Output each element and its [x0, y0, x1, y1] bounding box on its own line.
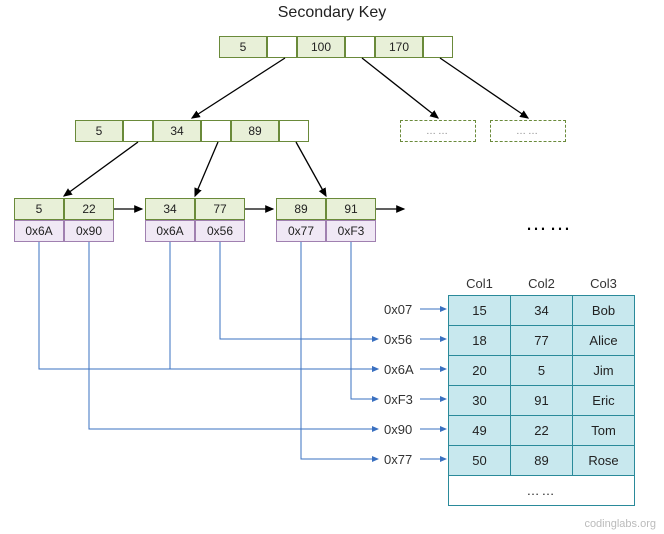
table-cell: 34: [511, 296, 573, 326]
internal-gap: [279, 120, 309, 142]
leaf-ptr: 0x6A: [145, 220, 195, 242]
page-title: Secondary Key: [278, 4, 387, 22]
table-row: 15 34 Bob: [449, 296, 635, 326]
root-gap: [267, 36, 297, 58]
address-label: 0x77: [384, 452, 412, 467]
root-gap: [423, 36, 453, 58]
table-header: Col2: [511, 272, 573, 296]
btree-leaf: 34 77 0x6A 0x56: [145, 198, 245, 242]
table-row: 20 5 Jim: [449, 356, 635, 386]
internal-gap: [201, 120, 231, 142]
table-cell: 89: [511, 446, 573, 476]
table-cell: 22: [511, 416, 573, 446]
placeholder-box: ……: [400, 120, 476, 142]
table-cell: 77: [511, 326, 573, 356]
leaf-ptr: 0x77: [276, 220, 326, 242]
root-key: 5: [219, 36, 267, 58]
table-cell: 50: [449, 446, 511, 476]
root-key: 100: [297, 36, 345, 58]
watermark: codinglabs.org: [584, 518, 656, 530]
leaf-ptr: 0xF3: [326, 220, 376, 242]
leaf-key: 34: [145, 198, 195, 220]
btree-placeholder: ……: [490, 120, 566, 142]
leaf-key: 91: [326, 198, 376, 220]
root-gap: [345, 36, 375, 58]
placeholder-box: ……: [490, 120, 566, 142]
btree-root: 5 100 170: [219, 36, 453, 58]
address-label: 0x6A: [384, 362, 414, 377]
table-cell: Tom: [573, 416, 635, 446]
leaf-ptr: 0x56: [195, 220, 245, 242]
address-label: 0x90: [384, 422, 412, 437]
table-cell: Eric: [573, 386, 635, 416]
btree-leaf: 5 22 0x6A 0x90: [14, 198, 114, 242]
table-cell: 18: [449, 326, 511, 356]
internal-key: 5: [75, 120, 123, 142]
table-row: 49 22 Tom: [449, 416, 635, 446]
table-cell: 49: [449, 416, 511, 446]
address-label: 0xF3: [384, 392, 413, 407]
address-label: 0x56: [384, 332, 412, 347]
internal-key: 89: [231, 120, 279, 142]
table-cell: Jim: [573, 356, 635, 386]
leaf-key: 89: [276, 198, 326, 220]
address-label: 0x07: [384, 302, 412, 317]
data-table: Col1 Col2 Col3 15 34 Bob 18 77 Alice 20 …: [448, 272, 635, 506]
table-cell: Alice: [573, 326, 635, 356]
table-row: 30 91 Eric: [449, 386, 635, 416]
internal-gap: [123, 120, 153, 142]
more-leaves-dots: ……: [525, 210, 573, 236]
btree-leaf: 89 91 0x77 0xF3: [276, 198, 376, 242]
table-header: Col3: [573, 272, 635, 296]
table-row: 50 89 Rose: [449, 446, 635, 476]
root-key: 170: [375, 36, 423, 58]
table-row: 18 77 Alice: [449, 326, 635, 356]
table-cell: 91: [511, 386, 573, 416]
leaf-ptr: 0x90: [64, 220, 114, 242]
table-more-cell: ……: [449, 476, 635, 506]
leaf-key: 22: [64, 198, 114, 220]
leaf-key: 5: [14, 198, 64, 220]
leaf-key: 77: [195, 198, 245, 220]
table-row-more: ……: [449, 476, 635, 506]
btree-internal: 5 34 89: [75, 120, 309, 142]
table-cell: 30: [449, 386, 511, 416]
table-cell: 5: [511, 356, 573, 386]
table-cell: Bob: [573, 296, 635, 326]
table-cell: 15: [449, 296, 511, 326]
btree-placeholder: ……: [400, 120, 476, 142]
leaf-ptr: 0x6A: [14, 220, 64, 242]
internal-key: 34: [153, 120, 201, 142]
table-cell: 20: [449, 356, 511, 386]
table-cell: Rose: [573, 446, 635, 476]
table-header: Col1: [449, 272, 511, 296]
